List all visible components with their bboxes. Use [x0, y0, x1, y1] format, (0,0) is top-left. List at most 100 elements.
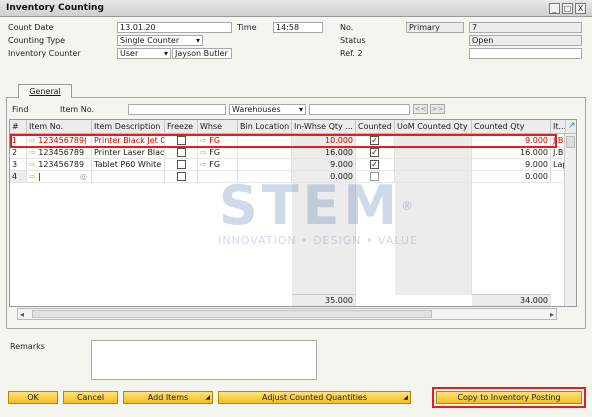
col-header-uom-counted[interactable]: UoM Counted Qty: [395, 120, 472, 134]
horizontal-scrollbar[interactable]: ◂ ▸: [17, 308, 557, 320]
warehouses-value: Warehouses: [232, 105, 281, 114]
row-number[interactable]: 4: [10, 171, 27, 183]
freeze-cell[interactable]: [165, 147, 198, 159]
whse-cell[interactable]: ⇨ FG: [198, 147, 238, 159]
minimize-button[interactable]: _: [549, 3, 560, 14]
title-bar: Inventory Counting _ □ X: [0, 0, 592, 17]
col-header-whse[interactable]: Whse: [198, 120, 238, 134]
uom-counted-cell: [395, 171, 472, 183]
counted-cell[interactable]: [356, 171, 395, 183]
dropdown-arrow-icon: ▾: [163, 49, 168, 58]
text-cursor: |: [38, 172, 41, 181]
whse-cell[interactable]: ⇨ FG: [198, 159, 238, 171]
remarks-textarea[interactable]: [91, 340, 317, 380]
whse-cell[interactable]: [198, 171, 238, 183]
col-header-in-whse-qty[interactable]: In-Whse Qty ...: [292, 120, 356, 134]
item-no-value: 123456789: [38, 160, 85, 169]
counted-qty-cell[interactable]: 16.000: [472, 147, 551, 159]
counted-qty-cell[interactable]: 0.000: [472, 171, 551, 183]
col-header-counted-qty[interactable]: Counted Qty: [472, 120, 551, 134]
choose-from-list-icon[interactable]: ◎: [80, 171, 87, 182]
time-label: Time: [237, 23, 257, 32]
item-no-cell[interactable]: ⇨ 123456789: [27, 147, 92, 159]
copy-to-inventory-posting-button[interactable]: Copy to Inventory Posting: [436, 391, 582, 404]
counted-checkbox[interactable]: ✓: [370, 160, 379, 169]
remarks-label: Remarks: [10, 342, 45, 351]
row-number[interactable]: 2: [10, 147, 27, 159]
counting-type-select[interactable]: Single Counter ▾: [117, 35, 203, 46]
counter-name-field[interactable]: Jayson Butler: [172, 48, 232, 59]
freeze-cell[interactable]: [165, 171, 198, 183]
vertical-scrollbar[interactable]: [564, 134, 576, 306]
counted-cell[interactable]: ✓: [356, 159, 395, 171]
col-header-num[interactable]: #: [10, 120, 27, 134]
dropdown-arrow-icon: ◢: [403, 394, 408, 401]
col-header-description[interactable]: Item Description: [92, 120, 165, 134]
adjust-counted-quantities-button[interactable]: Adjust Counted Quantities ◢: [218, 391, 411, 404]
bin-cell[interactable]: [238, 171, 292, 183]
ref2-label: Ref. 2: [340, 49, 363, 58]
freeze-cell[interactable]: [165, 159, 198, 171]
counted-cell[interactable]: ✓: [356, 147, 395, 159]
scroll-thumb[interactable]: [32, 310, 432, 318]
add-items-button[interactable]: Add Items ◢: [123, 391, 213, 404]
find-input[interactable]: [128, 104, 226, 115]
col-header-bin[interactable]: Bin Location: [238, 120, 292, 134]
warehouse-filter-input[interactable]: [309, 104, 410, 115]
ok-button[interactable]: OK: [8, 391, 58, 404]
in-whse-column-fill: [292, 183, 356, 295]
document-number-field: 7: [469, 22, 582, 33]
status-label: Status: [340, 36, 366, 45]
arrow-right-icon[interactable]: ⇨: [200, 160, 207, 169]
freeze-checkbox[interactable]: [177, 172, 186, 181]
col-header-counted[interactable]: Counted: [356, 120, 395, 134]
scroll-right-icon[interactable]: ▸: [550, 310, 554, 319]
in-whse-qty-cell: 0.000: [292, 171, 356, 183]
description-cell[interactable]: Tablet P60 White: [92, 159, 165, 171]
description-cell[interactable]: Printer Laser Black (: [92, 147, 165, 159]
scroll-thumb[interactable]: [566, 136, 575, 148]
counted-qty-total: 34.000: [472, 294, 551, 306]
counted-checkbox[interactable]: ✓: [370, 148, 379, 157]
row-number[interactable]: 3: [10, 159, 27, 171]
counting-type-label: Counting Type: [8, 36, 66, 45]
arrow-right-icon[interactable]: ⇨: [200, 148, 207, 157]
counter-type-select[interactable]: User ▾: [117, 48, 171, 59]
close-button[interactable]: X: [575, 3, 586, 14]
uom-counted-cell: [395, 147, 472, 159]
tab-general[interactable]: General: [18, 84, 72, 98]
arrow-right-icon[interactable]: ⇨: [29, 148, 36, 157]
cancel-button[interactable]: Cancel: [63, 391, 118, 404]
bin-cell[interactable]: [238, 147, 292, 159]
count-date-label: Count Date: [8, 23, 54, 32]
freeze-checkbox[interactable]: [177, 160, 186, 169]
arrow-right-icon[interactable]: ⇨: [29, 172, 36, 181]
warehouses-select[interactable]: Warehouses ▾: [229, 104, 306, 115]
counted-checkbox[interactable]: [370, 172, 379, 181]
find-label: Find: [12, 105, 29, 114]
expand-arrow-icon[interactable]: ↗: [566, 120, 576, 134]
uom-column-fill: [395, 183, 472, 295]
col-header-freeze[interactable]: Freeze: [165, 120, 198, 134]
scroll-left-icon[interactable]: ◂: [20, 310, 24, 319]
col-header-item-no[interactable]: Item No.: [27, 120, 92, 134]
status-field: Open: [469, 35, 582, 46]
counting-type-value: Single Counter: [120, 36, 180, 45]
time-field[interactable]: 14:58: [273, 22, 323, 33]
prev-button[interactable]: <<: [413, 104, 428, 114]
item-no-cell[interactable]: ⇨ 123456789: [27, 159, 92, 171]
whse-value: FG: [209, 160, 221, 169]
freeze-checkbox[interactable]: [177, 148, 186, 157]
item-no-cell[interactable]: ⇨ | ◎: [27, 171, 92, 183]
arrow-right-icon[interactable]: ⇨: [29, 160, 36, 169]
ref2-field[interactable]: [469, 48, 582, 59]
counted-qty-cell[interactable]: 9.000: [472, 159, 551, 171]
bin-cell[interactable]: [238, 159, 292, 171]
description-cell[interactable]: [92, 171, 165, 183]
next-button[interactable]: >>: [430, 104, 445, 114]
series-select[interactable]: Primary: [406, 22, 464, 33]
dropdown-arrow-icon: ◢: [205, 394, 210, 401]
count-date-field[interactable]: 13.01.20: [117, 22, 232, 33]
col-header-it[interactable]: It...: [551, 120, 566, 134]
maximize-button[interactable]: □: [562, 3, 573, 14]
